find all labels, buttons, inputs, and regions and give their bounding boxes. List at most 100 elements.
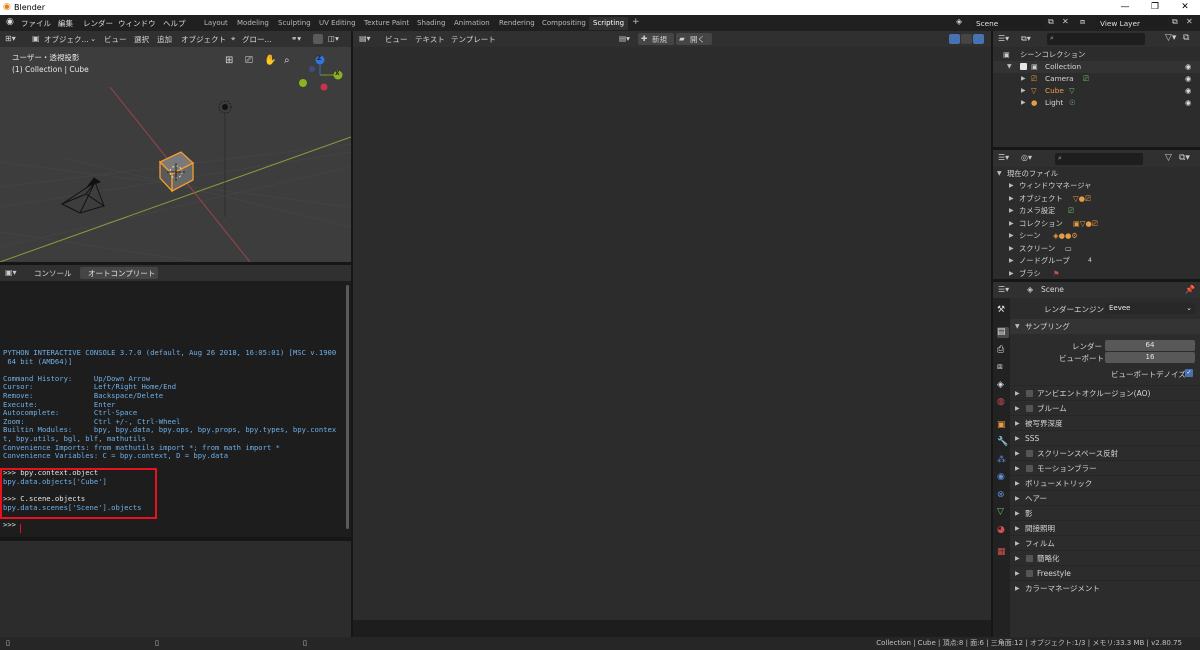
eye-icon[interactable]: ◉ (1185, 85, 1191, 97)
tab-uv-editing[interactable]: UV Editing (315, 17, 360, 30)
disclosure-closed-icon[interactable]: ▶ (1009, 193, 1014, 205)
scene-selector[interactable]: Scene (972, 17, 1044, 29)
disclosure-closed-icon[interactable]: ▶ (1009, 205, 1014, 217)
disclosure-closed-icon[interactable]: ▶ (1009, 268, 1014, 280)
display-mode-icon[interactable]: ⧉▾ (1021, 34, 1031, 44)
property-panel-header[interactable]: ▶ カラーマネージメント (1010, 580, 1200, 595)
property-panel-header[interactable]: ▶ スクリーンスペース反射 (1010, 445, 1200, 460)
proportional-edit-icon[interactable]: ◫▾ (328, 34, 339, 43)
text-menu-templates[interactable]: テンプレート (451, 34, 496, 45)
viewport-menu-object[interactable]: オブジェクト (181, 34, 226, 45)
python-console[interactable]: PYTHON INTERACTIVE CONSOLE 3.7.0 (defaul… (0, 281, 351, 537)
property-panel-header[interactable]: ▶ フィルム (1010, 535, 1200, 550)
disclosure-open-icon[interactable]: ▼ (997, 168, 1002, 180)
menu-file[interactable]: ファイル (21, 18, 51, 29)
constraints-tab-icon[interactable]: ⊗ (997, 490, 1009, 501)
camera-view-icon[interactable]: ⎚ (245, 55, 253, 66)
text-menu-view[interactable]: ビュー (385, 34, 408, 45)
text-editor-type-icon[interactable]: ▤▾ (359, 34, 371, 43)
file-item-row[interactable]: ▶ カメラ設定 ⎚ (993, 205, 1200, 217)
console-scrollbar[interactable] (346, 285, 349, 529)
collection-checkbox[interactable] (1020, 63, 1027, 70)
open-text-button[interactable]: ▰ 開く (676, 33, 712, 45)
zoom-icon[interactable]: ⌕ (284, 55, 290, 66)
panel-enable-checkbox[interactable] (1026, 450, 1033, 457)
new-text-button[interactable]: ✚ 新規 (638, 33, 674, 45)
mesh-data-tab-icon[interactable]: ▽ (997, 507, 1009, 518)
render-tab-icon[interactable]: ▤ (997, 327, 1009, 338)
blend-file-mode-icon[interactable]: ◎▾ (1021, 153, 1032, 162)
tab-rendering[interactable]: Rendering (495, 17, 539, 30)
pan-hand-icon[interactable]: ✋ (264, 55, 276, 66)
outliner-row-light[interactable]: ▶ ● Light ☉ ◉ (993, 97, 1200, 109)
material-tab-icon[interactable]: ◕ (997, 525, 1009, 536)
delete-view-layer-icon[interactable]: ✕ (1186, 17, 1193, 26)
particles-tab-icon[interactable]: ⁂ (997, 455, 1009, 466)
lower-left-area[interactable] (0, 539, 351, 637)
file-item-row[interactable]: ▶ コレクション ▣▽●⎚ (993, 218, 1200, 230)
text-menu-text[interactable]: テキスト (415, 34, 445, 45)
view-layer-selector[interactable]: View Layer (1096, 17, 1168, 29)
pin-icon[interactable]: 📌 (1185, 285, 1195, 294)
tab-layout[interactable]: Layout (200, 17, 232, 30)
viewport-menu-view[interactable]: ビュー (104, 34, 127, 45)
text-editor-hscroll[interactable] (353, 620, 991, 637)
disclosure-closed-icon[interactable]: ▶ (1021, 85, 1026, 97)
object-tab-icon[interactable]: ▣ (997, 420, 1009, 431)
new-collection-icon[interactable]: ⧉ (1183, 33, 1189, 43)
panel-enable-checkbox[interactable] (1026, 390, 1033, 397)
text-editor[interactable] (353, 47, 991, 637)
panel-enable-checkbox[interactable] (1026, 555, 1033, 562)
outliner-search-input[interactable]: ⌕ (1047, 33, 1145, 45)
scene-tab-icon[interactable]: ◈ (997, 380, 1009, 391)
new-scene-icon[interactable]: ⧉ (1048, 17, 1054, 27)
panel-enable-checkbox[interactable] (1026, 405, 1033, 412)
file-search-input[interactable]: ⌕ (1055, 153, 1143, 165)
outliner-row-camera[interactable]: ▶ ⎚ Camera ⎚ ◉ (993, 73, 1200, 85)
property-panel-header[interactable]: ▶ SSS (1010, 430, 1200, 445)
eye-icon[interactable]: ◉ (1185, 73, 1191, 85)
filter-icon[interactable]: ▽ (1165, 153, 1172, 163)
file-item-row[interactable]: ▶ ブラシ ⚑ (993, 268, 1200, 280)
sampling-panel-header[interactable]: ▼ サンプリング (1010, 319, 1200, 334)
menu-window[interactable]: ウィンドウ (118, 18, 156, 29)
disclosure-closed-icon[interactable]: ▶ (1009, 180, 1014, 192)
pivot-icon[interactable]: ⚭▾ (291, 34, 301, 43)
file-item-row[interactable]: ▶ オブジェクト ▽●⎚ (993, 193, 1200, 205)
file-item-row[interactable]: ▶ スクリーン ▭ (993, 243, 1200, 255)
outliner-row-cube[interactable]: ▶ ▽ Cube ▽ ◉ (993, 85, 1200, 97)
world-tab-icon[interactable]: ◍ (997, 397, 1009, 408)
tab-sculpting[interactable]: Sculpting (274, 17, 315, 30)
output-tab-icon[interactable]: ⎙ (997, 345, 1009, 356)
physics-tab-icon[interactable]: ◉ (997, 472, 1009, 483)
property-panel-header[interactable]: ▶ アンビエントオクルージョン(AO) (1010, 385, 1200, 400)
editor-type-icon[interactable]: ⊞▾ (5, 34, 16, 43)
mode-selector[interactable]: オブジェク... (44, 34, 89, 45)
property-panel-header[interactable]: ▶ ブルーム (1010, 400, 1200, 415)
view-layer-tab-icon[interactable]: ⧈ (997, 362, 1009, 373)
text-browse-icon[interactable]: ▤▾ (619, 34, 630, 43)
menu-help[interactable]: ヘルプ (163, 18, 186, 29)
grid-view-icon[interactable]: ⊞ (225, 55, 233, 66)
disclosure-closed-icon[interactable]: ▶ (1021, 97, 1026, 109)
eye-icon[interactable]: ◉ (1185, 61, 1191, 73)
blender-menu-icon[interactable]: ◉ (6, 17, 14, 27)
viewport-samples-field[interactable]: 16 (1105, 352, 1195, 363)
tool-tab-icon[interactable]: ⚒ (997, 305, 1009, 316)
new-collection-icon[interactable]: ⧉▾ (1179, 153, 1190, 163)
property-panel-header[interactable]: ▶ 簡略化 (1010, 550, 1200, 565)
delete-scene-icon[interactable]: ✕ (1062, 17, 1069, 26)
disclosure-open-icon[interactable]: ▼ (1007, 61, 1012, 73)
disclosure-closed-icon[interactable]: ▶ (1021, 73, 1026, 85)
property-panel-header[interactable]: ▶ 間接照明 (1010, 520, 1200, 535)
area-divider-lower[interactable] (0, 537, 351, 539)
property-panel-header[interactable]: ▶ ボリューメトリック (1010, 475, 1200, 490)
property-panel-header[interactable]: ▶ モーションブラー (1010, 460, 1200, 475)
panel-enable-checkbox[interactable] (1026, 465, 1033, 472)
texture-tab-icon[interactable]: ▦ (997, 547, 1009, 558)
render-engine-select[interactable]: Eevee ⌄ (1105, 303, 1195, 314)
eye-icon[interactable]: ◉ (1185, 97, 1191, 109)
disclosure-closed-icon[interactable]: ▶ (1009, 218, 1014, 230)
outliner-type-icon[interactable]: ☰▾ (998, 153, 1009, 162)
tab-autocomplete[interactable]: オートコンプリート (80, 267, 158, 279)
